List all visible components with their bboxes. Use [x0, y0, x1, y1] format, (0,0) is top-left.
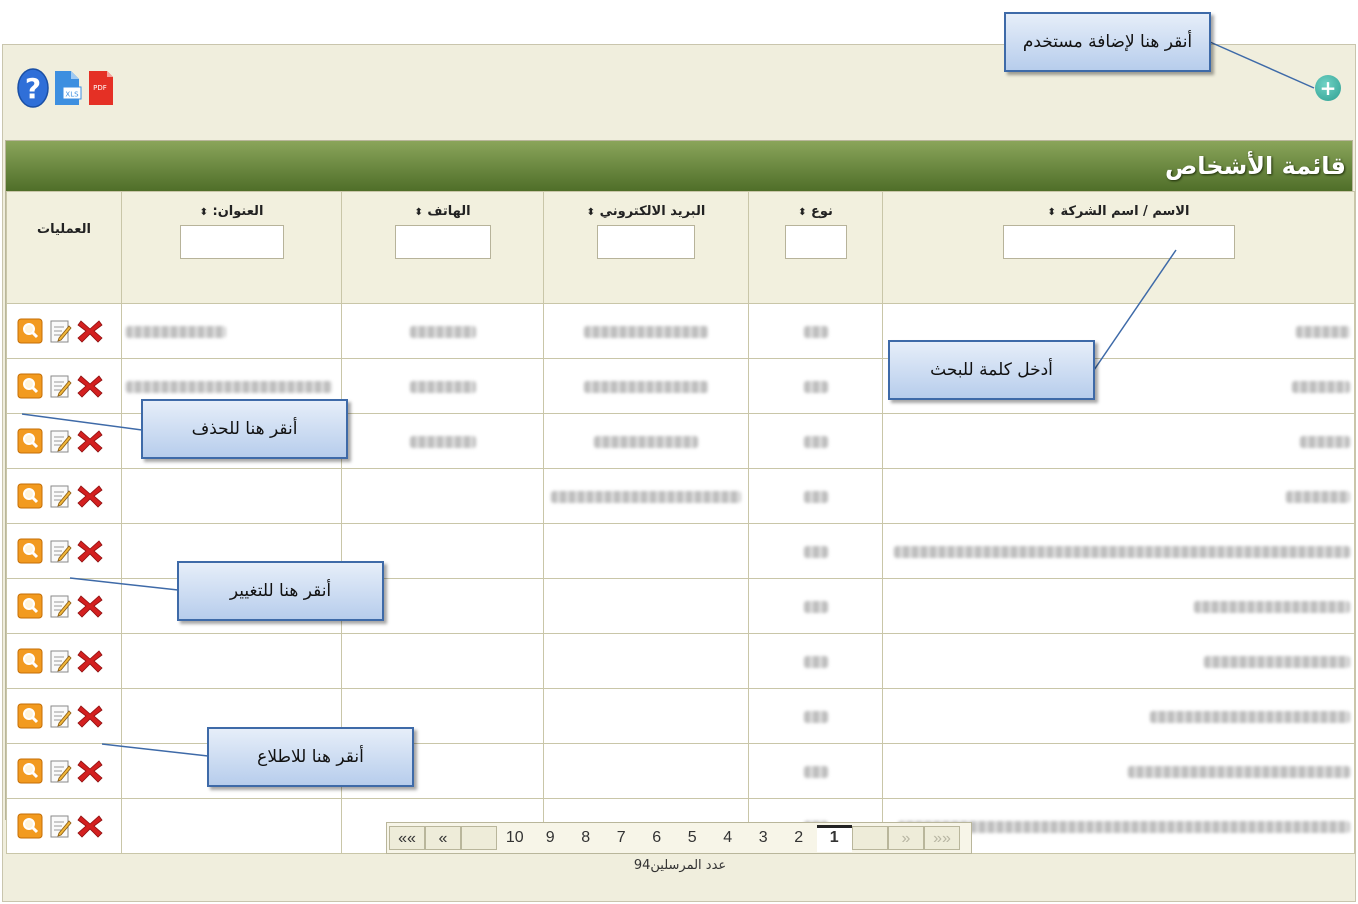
connector-edit — [69, 577, 179, 591]
connector-view — [101, 743, 209, 757]
connector-delete — [21, 413, 143, 431]
connector-search — [1093, 249, 1177, 371]
callout-view: أنقر هنا للاطلاع — [207, 727, 414, 787]
connector-add — [1209, 41, 1315, 89]
callout-search: أدخل كلمة للبحث — [888, 340, 1095, 400]
callout-add-user: أنقر هنا لإضافة مستخدم — [1004, 12, 1211, 72]
callout-edit: أنقر هنا للتغيير — [177, 561, 384, 621]
callout-delete: أنقر هنا للحذف — [141, 399, 348, 459]
